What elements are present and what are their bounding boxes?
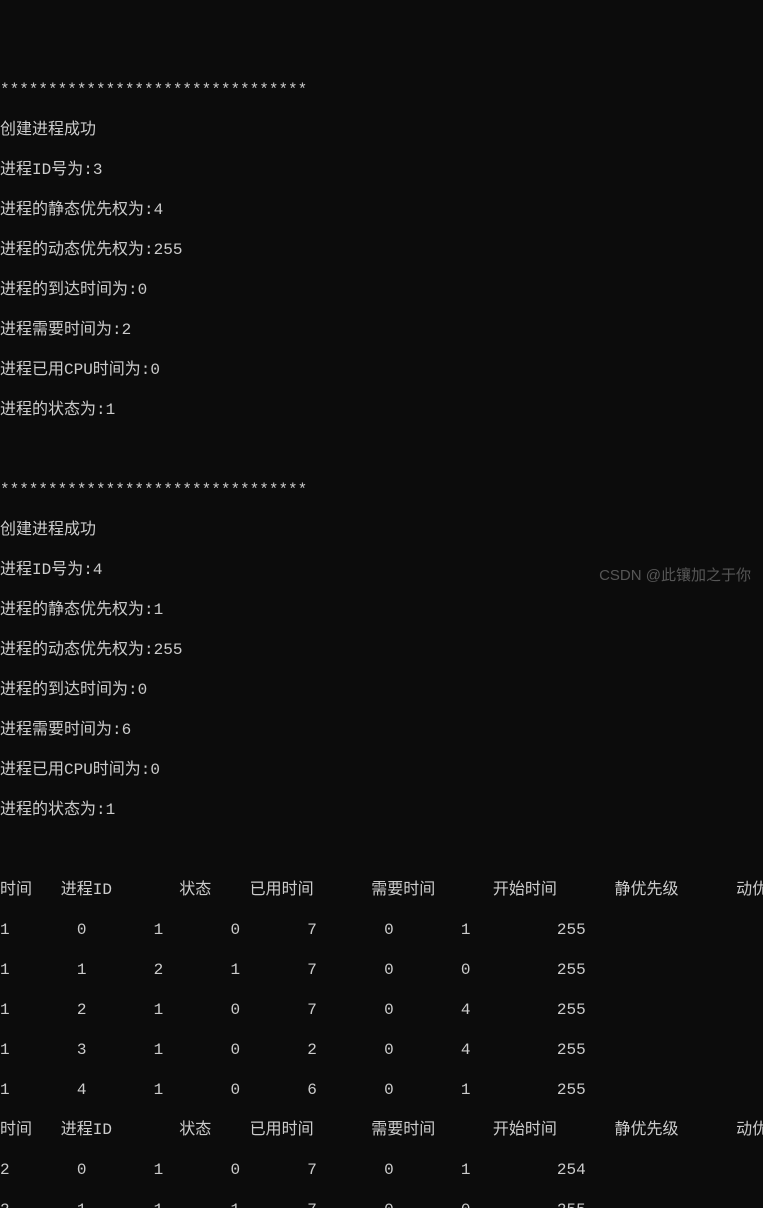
label: 进程已用CPU时间为: [0,761,150,779]
value: 0 [138,681,148,699]
label: 进程的到达时间为: [0,681,138,699]
need-time-line: 进程需要时间为:6 [0,720,763,740]
blank-line [0,840,763,860]
pid-line: 进程ID号为:3 [0,160,763,180]
status-line: 进程的状态为:1 [0,400,763,420]
need-time-line: 进程需要时间为:2 [0,320,763,340]
table-row: 2 1 1 1 7 0 0 255 [0,1200,763,1208]
value: 1 [106,401,116,419]
label: 进程需要时间为: [0,721,122,739]
table-row: 2 0 1 0 7 0 1 254 [0,1160,763,1180]
label: 进程的静态优先权为: [0,201,154,219]
success-msg: 创建进程成功 [0,120,763,140]
arrival-time-line: 进程的到达时间为:0 [0,280,763,300]
static-priority-line: 进程的静态优先权为:1 [0,600,763,620]
value: 0 [150,761,160,779]
label: 进程需要时间为: [0,321,122,339]
value: 255 [154,641,183,659]
dynamic-priority-line: 进程的动态优先权为:255 [0,240,763,260]
blank-line [0,440,763,460]
arrival-time-line: 进程的到达时间为:0 [0,680,763,700]
cpu-time-line: 进程已用CPU时间为:0 [0,360,763,380]
value: 0 [138,281,148,299]
table-row: 1 0 1 0 7 0 1 255 [0,920,763,940]
table-row: 1 4 1 0 6 0 1 255 [0,1080,763,1100]
label: 进程的状态为: [0,801,106,819]
dynamic-priority-line: 进程的动态优先权为:255 [0,640,763,660]
static-priority-line: 进程的静态优先权为:4 [0,200,763,220]
separator-line: ******************************** [0,480,763,500]
label: 进程的动态优先权为: [0,641,154,659]
value: 6 [122,721,132,739]
table-row: 1 2 1 0 7 0 4 255 [0,1000,763,1020]
value: 2 [122,321,132,339]
success-msg: 创建进程成功 [0,520,763,540]
table-header: 时间 进程ID 状态 已用时间 需要时间 开始时间 静优先级 动优先级 [0,880,763,900]
label: 进程的到达时间为: [0,281,138,299]
table-row: 1 1 2 1 7 0 0 255 [0,960,763,980]
value: 255 [154,241,183,259]
value: 4 [154,201,164,219]
label: 进程的状态为: [0,401,106,419]
value: 1 [106,801,116,819]
label: 进程ID号为: [0,561,93,579]
value: 0 [150,361,160,379]
table-row: 1 3 1 0 2 0 4 255 [0,1040,763,1060]
status-line: 进程的状态为:1 [0,800,763,820]
value: 4 [93,561,103,579]
label: 进程的动态优先权为: [0,241,154,259]
value: 3 [93,161,103,179]
separator-line: ******************************** [0,80,763,100]
label: 进程ID号为: [0,161,93,179]
table-header: 时间 进程ID 状态 已用时间 需要时间 开始时间 静优先级 动优先级 [0,1120,763,1140]
csdn-watermark: CSDN @此镶加之于你 [599,567,751,586]
cpu-time-line: 进程已用CPU时间为:0 [0,760,763,780]
label: 进程已用CPU时间为: [0,361,150,379]
